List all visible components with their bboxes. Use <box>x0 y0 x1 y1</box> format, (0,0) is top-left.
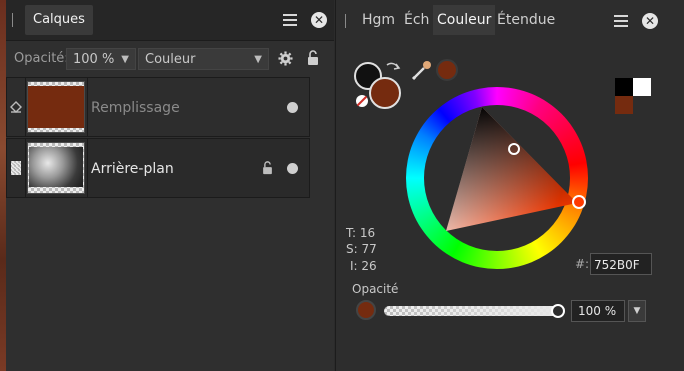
swap-colors-icon[interactable] <box>384 60 402 78</box>
lock-icon[interactable] <box>307 50 319 66</box>
layer-row-arriere-plan[interactable]: Arrière-plan <box>6 138 310 198</box>
hue-picker-handle[interactable] <box>572 195 586 209</box>
close-icon[interactable]: ✕ <box>311 12 327 28</box>
menu-icon[interactable] <box>614 15 628 27</box>
blend-mode-select[interactable]: Couleur ▼ <box>138 48 269 70</box>
pixel-layer-icon <box>11 161 21 175</box>
saturation-triangle[interactable] <box>406 87 588 269</box>
tab-couleur[interactable]: Couleur <box>433 5 496 35</box>
layer-thumbnail <box>27 81 85 133</box>
layer-divider <box>87 78 88 136</box>
tab-ech[interactable]: Éch <box>404 5 429 35</box>
swatch-white[interactable] <box>633 78 651 96</box>
secondary-color-well[interactable] <box>369 77 401 109</box>
readout-s: S: 77 <box>346 242 377 256</box>
opacity-value-field[interactable]: 100 % <box>571 300 625 322</box>
lock-icon[interactable] <box>262 161 273 175</box>
grip-icon[interactable] <box>345 14 346 28</box>
tab-etendue[interactable]: Étendue <box>497 5 555 35</box>
gear-icon[interactable] <box>278 51 293 66</box>
menu-icon[interactable] <box>283 14 297 26</box>
opacity-label: Opacité <box>352 282 399 296</box>
tab-calques[interactable]: Calques <box>25 5 93 35</box>
layer-name: Remplissage <box>91 100 180 116</box>
fill-layer-icon <box>10 101 22 113</box>
layer-divider <box>25 78 26 136</box>
visibility-dot[interactable] <box>287 163 298 174</box>
opacity-value: 100 % <box>578 304 617 318</box>
chevron-down-icon: ▼ <box>254 54 262 65</box>
chevron-down-icon: ▼ <box>121 54 129 65</box>
opacity-color-dot <box>356 300 376 320</box>
opacity-slider-handle[interactable] <box>551 304 565 318</box>
close-icon[interactable]: ✕ <box>642 13 658 29</box>
layer-divider <box>87 139 88 197</box>
layer-fill-swatch <box>28 86 84 128</box>
chevron-down-icon: ▼ <box>633 306 641 316</box>
swatch-black[interactable] <box>615 78 633 96</box>
visibility-dot[interactable] <box>287 102 298 113</box>
layer-name: Arrière-plan <box>91 161 174 177</box>
readout-t: T: 16 <box>346 226 376 240</box>
opacity-field[interactable]: 100 % ▼ <box>66 48 136 70</box>
layers-toolbar: Opacité: 100 % ▼ Couleur ▼ <box>6 41 334 75</box>
tab-hgm[interactable]: Hgm <box>362 5 395 35</box>
triangle-picker-handle[interactable] <box>508 143 520 155</box>
blend-mode-value: Couleur <box>145 52 196 67</box>
layer-image-preview <box>29 147 83 187</box>
opacity-value: 100 % <box>73 52 115 67</box>
layer-row-remplissage[interactable]: Remplissage <box>6 77 310 137</box>
grip-icon[interactable] <box>12 13 13 27</box>
swatch-current[interactable] <box>615 96 633 114</box>
opacity-slider-track[interactable] <box>384 306 560 316</box>
opacity-dropdown-button[interactable]: ▼ <box>628 300 646 322</box>
layer-divider <box>25 139 26 197</box>
picked-color-swatch[interactable] <box>436 59 458 81</box>
opacity-slider-gradient <box>384 306 560 316</box>
readout-i: I: 26 <box>350 259 377 273</box>
opacity-label: Opacité: <box>14 51 69 66</box>
no-color-icon[interactable] <box>355 94 369 108</box>
hex-input[interactable]: 752B0F <box>590 253 652 275</box>
hex-label: #: <box>575 257 590 271</box>
eyedropper-icon[interactable] <box>410 58 434 82</box>
layers-tabbar: Calques ✕ <box>6 0 334 41</box>
layer-thumbnail <box>27 142 85 194</box>
